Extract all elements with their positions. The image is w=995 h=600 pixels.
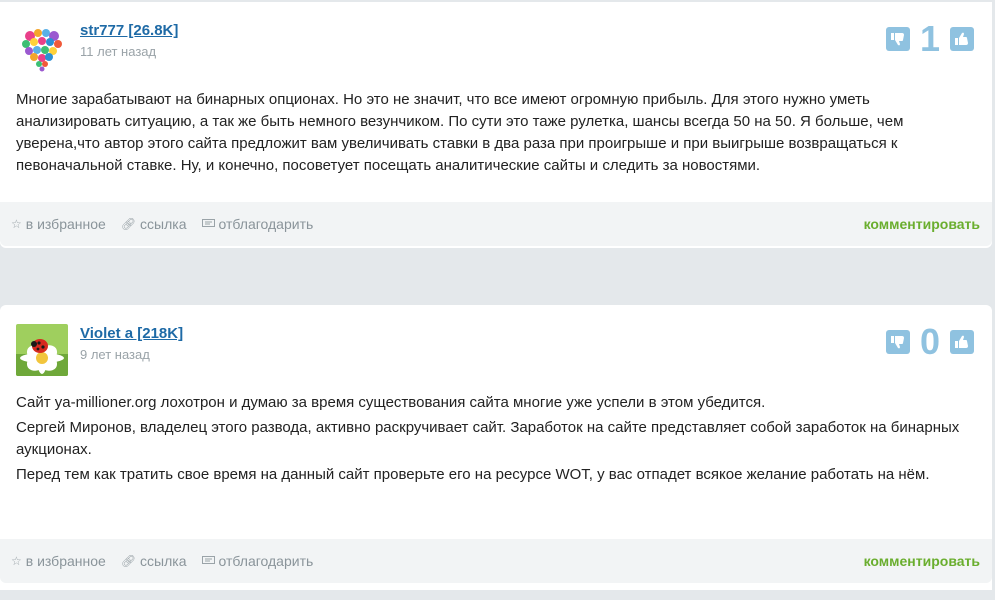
author-link[interactable]: str777 [26.8K] <box>80 22 178 39</box>
thumbs-up-icon <box>955 32 968 45</box>
vote-widget: 1 <box>886 21 974 57</box>
downvote-button[interactable] <box>886 330 910 354</box>
favorite-action[interactable]: ☆ в избранное <box>11 216 106 232</box>
thank-label: отблагодарить <box>218 553 314 569</box>
author-link[interactable]: Violet a [218K] <box>80 325 183 342</box>
favorite-label: в избранное <box>25 553 106 569</box>
answer-text: Многие зарабатывают на бинарных опционах… <box>16 89 976 180</box>
answer-card: Violet a [218K] 9 лет назад 0 Сайт ya-mi… <box>0 305 992 590</box>
answer-footer: ☆ в избранное 🔗︎ ссылка отблагодарить ко… <box>0 202 992 246</box>
star-icon: ☆ <box>11 217 22 231</box>
thank-action[interactable]: отблагодарить <box>201 216 314 232</box>
favorite-action[interactable]: ☆ в избранное <box>11 553 106 569</box>
answer-footer: ☆ в избранное 🔗︎ ссылка отблагодарить ко… <box>0 539 992 583</box>
thumbs-down-icon <box>891 336 904 349</box>
upvote-button[interactable] <box>950 330 974 354</box>
answer-text: Сайт ya-millioner.org лохотрон и думаю з… <box>16 392 976 489</box>
comment-link[interactable]: комментировать <box>864 216 980 232</box>
thumbs-down-icon <box>891 33 904 46</box>
link-icon: 🔗︎ <box>120 217 137 231</box>
vote-score: 1 <box>919 18 941 59</box>
favorite-label: в избранное <box>25 216 106 232</box>
post-date: 11 лет назад <box>80 44 157 59</box>
link-action[interactable]: 🔗︎ ссылка <box>121 553 187 569</box>
vote-score: 0 <box>919 321 941 362</box>
link-icon: 🔗︎ <box>120 554 137 568</box>
star-icon: ☆ <box>11 554 22 568</box>
thank-icon <box>201 217 215 231</box>
thank-action[interactable]: отблагодарить <box>201 553 314 569</box>
link-action[interactable]: 🔗︎ ссылка <box>121 216 187 232</box>
answer-paragraph: Многие зарабатывают на бинарных опционах… <box>16 91 904 174</box>
answer-paragraph: Сергей Миронов, владелец этого развода, … <box>16 419 960 458</box>
upvote-button[interactable] <box>950 27 974 51</box>
vote-widget: 0 <box>886 324 974 360</box>
answer-card: str777 [26.8K] 11 лет назад 1 Многие зар… <box>0 2 992 248</box>
thumbs-up-icon <box>955 335 968 348</box>
answer-paragraph: Перед тем как тратить свое время на данн… <box>16 466 930 483</box>
thank-label: отблагодарить <box>218 216 314 232</box>
answer-paragraph: Сайт ya-millioner.org лохотрон и думаю з… <box>16 394 766 411</box>
downvote-button[interactable] <box>886 27 910 51</box>
avatar[interactable] <box>16 324 68 376</box>
link-label: ссылка <box>140 216 187 232</box>
post-date: 9 лет назад <box>80 347 150 362</box>
thank-icon <box>201 554 215 568</box>
comment-link[interactable]: комментировать <box>864 553 980 569</box>
avatar[interactable] <box>16 22 68 74</box>
link-label: ссылка <box>140 553 187 569</box>
